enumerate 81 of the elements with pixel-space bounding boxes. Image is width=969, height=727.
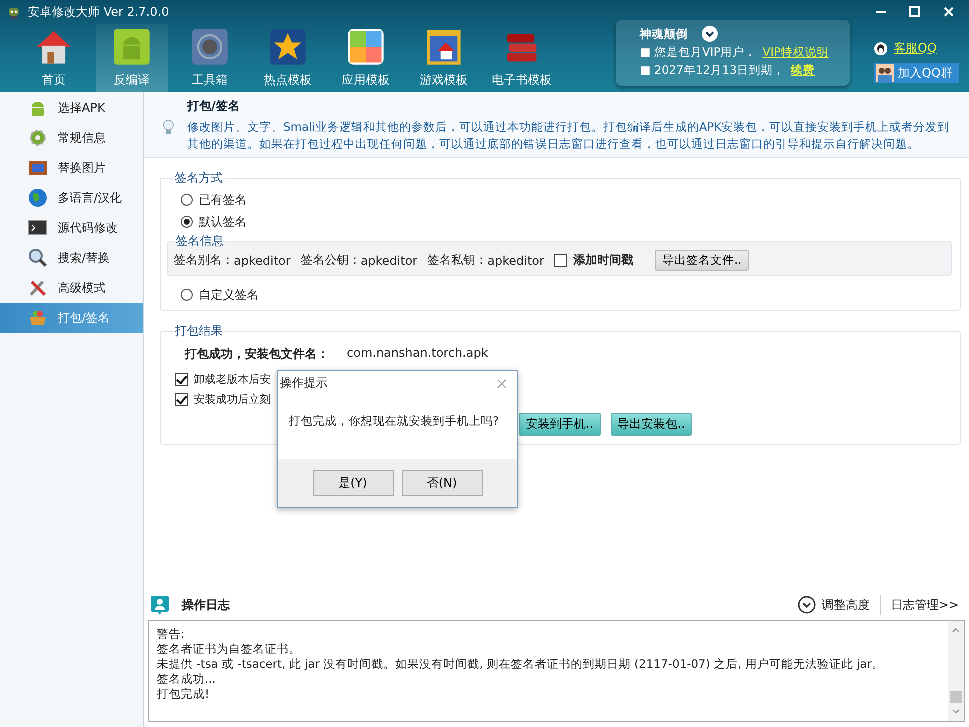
field-label: 签名别名： — [174, 252, 234, 269]
picture-icon — [28, 158, 48, 178]
field-label: 签名公钥： — [300, 252, 361, 269]
basket-icon — [28, 308, 48, 328]
renew-link[interactable]: 续费 — [791, 63, 816, 78]
log-manage-link[interactable]: 日志管理>> — [890, 596, 959, 614]
sidebar-item[interactable]: 搜索/替换 — [0, 243, 143, 273]
globe-icon — [28, 188, 48, 208]
vip-title: 神魂颠倒 — [640, 26, 688, 42]
group-title: 打包结果 — [174, 323, 224, 340]
radio-option[interactable]: 已有签名 — [173, 189, 247, 211]
sidebar-item[interactable]: 高级模式 — [0, 273, 143, 303]
action-button[interactable]: 安装到手机.. — [519, 413, 601, 436]
dialog-message: 打包完成，你想现在就安装到手机上吗? — [288, 413, 500, 430]
apk-file-name: com.nanshan.torch.apk — [347, 346, 488, 362]
log-line: 签名成功... — [157, 672, 217, 687]
radio-option[interactable]: 自定义签名 — [173, 284, 259, 306]
log-text-area[interactable]: 警告: 签名者证书为自签名证书。 未提供 -tsa 或 -tsacert, 此 jar 没有时间戳。如果没有时间戳, 则在签名者证书的到期日期 (2117-01-07) 之后, 用户可能无法验证此 jar。 签名成功... 打包完成! — [148, 620, 965, 722]
toolbar-tab[interactable]: 应用模板 — [330, 24, 402, 92]
join-qq-group-button[interactable]: 加入QQ群 — [874, 63, 959, 83]
checkbox-label: 添加时间戳 — [573, 252, 634, 269]
toolbar-tab[interactable]: 电子书模板 — [486, 24, 558, 92]
penguin-icon — [874, 42, 888, 56]
dial-icon — [189, 26, 231, 68]
tiles-icon — [345, 26, 387, 68]
android-bag-icon — [111, 26, 153, 68]
dialog-title: 操作提示 — [280, 375, 328, 392]
toolbar-tab[interactable]: 热点模板 — [252, 24, 324, 92]
toolbar-tab[interactable]: 首页 — [18, 24, 90, 92]
radio-option[interactable]: 默认签名 — [173, 211, 247, 233]
result-label: 打包成功，安装包文件名： — [185, 346, 329, 363]
radio-button[interactable] — [181, 194, 193, 206]
radio-button[interactable] — [181, 216, 193, 228]
field-value: apkeditor — [360, 254, 418, 268]
page-title: 打包/签名 — [187, 98, 241, 115]
adjust-height-link[interactable]: 调整高度 — [822, 596, 870, 614]
checkbox-label: 卸载老版本后安 — [194, 372, 271, 386]
dialog-button[interactable]: 是(Y) — [312, 470, 394, 496]
timestamp-checkbox[interactable] — [554, 254, 568, 267]
checkbox[interactable] — [175, 392, 188, 406]
log-line: 签名者证书为自签名证书。 — [157, 642, 302, 657]
log-title: 操作日志 — [182, 596, 230, 614]
page-description: 修改图片、文字、Smali业务逻辑和其他的参数后，可以通过本功能进行打包。打包编译后生成的APK安装包，可以直接安装到手机上或者分发到其他的渠道。如果在打包过程中出现任何问题，可以通过底部的错误日志窗口进行查看，也可以通过日志窗口的引导和提示自行解决问题。 — [187, 119, 951, 153]
checkbox-label: 安装成功后立刻 — [194, 392, 271, 406]
terminal-icon — [28, 218, 48, 238]
log-line: 未提供 -tsa 或 -tsacert, 此 jar 没有时间戳。如果没有时间戳, 则在签名者证书的到期日期 (2117-01-07) 之后, 用户可能无法验证此 jar。 — [157, 657, 885, 672]
sidebar-item[interactable]: 替换图片 — [0, 153, 143, 183]
sidebar-item[interactable]: 源代码修改 — [0, 213, 143, 243]
toolbar-tab[interactable]: 反编译 — [96, 24, 168, 92]
scrollbar-thumb[interactable] — [950, 691, 962, 703]
field-value: apkeditor — [234, 254, 291, 268]
toolbar-tab[interactable]: 工具箱 — [174, 24, 246, 92]
gear-icon — [28, 128, 48, 148]
vip-expiry: ■ 2027年12月13日到期， — [640, 63, 786, 78]
field-label: 签名私钥： — [428, 252, 488, 269]
service-qq-link[interactable]: 客服QQ — [894, 40, 937, 57]
chevron-down-icon[interactable] — [702, 26, 718, 42]
toolbar-tab[interactable]: 游戏模板 — [408, 24, 480, 92]
vip-status: ■ 您是包月VIP用户， — [640, 45, 757, 60]
dialog-button[interactable]: 否(N) — [402, 470, 482, 496]
chevron-down-icon[interactable] — [798, 596, 816, 614]
sidebar-item[interactable]: 常规信息 — [0, 123, 143, 153]
checkbox[interactable] — [175, 372, 188, 386]
tools-icon — [28, 278, 48, 298]
vip-privilege-link[interactable]: VIP特权说明 — [762, 45, 829, 60]
export-signature-button[interactable]: 导出签名文件.. — [655, 250, 749, 271]
search-icon — [28, 248, 48, 268]
maximize-icon[interactable] — [909, 6, 921, 18]
log-line: 打包完成! — [157, 687, 211, 702]
radio-button[interactable] — [181, 289, 193, 301]
scrollbar[interactable] — [948, 621, 964, 721]
person-icon — [150, 595, 170, 615]
group-title: 签名方式 — [174, 170, 224, 187]
window-title: 安卓修改大师 Ver 2.7.0.0 — [28, 4, 170, 20]
field-value: apkeditor — [488, 254, 544, 268]
log-line: 警告: — [157, 627, 186, 642]
people-icon — [876, 64, 894, 82]
sidebar-item[interactable]: 多语言/汉化 — [0, 183, 143, 213]
sidebar-item[interactable]: 选择APK — [0, 93, 143, 123]
group-title: 签名信息 — [175, 233, 225, 250]
action-button[interactable]: 导出安装包.. — [610, 413, 692, 436]
